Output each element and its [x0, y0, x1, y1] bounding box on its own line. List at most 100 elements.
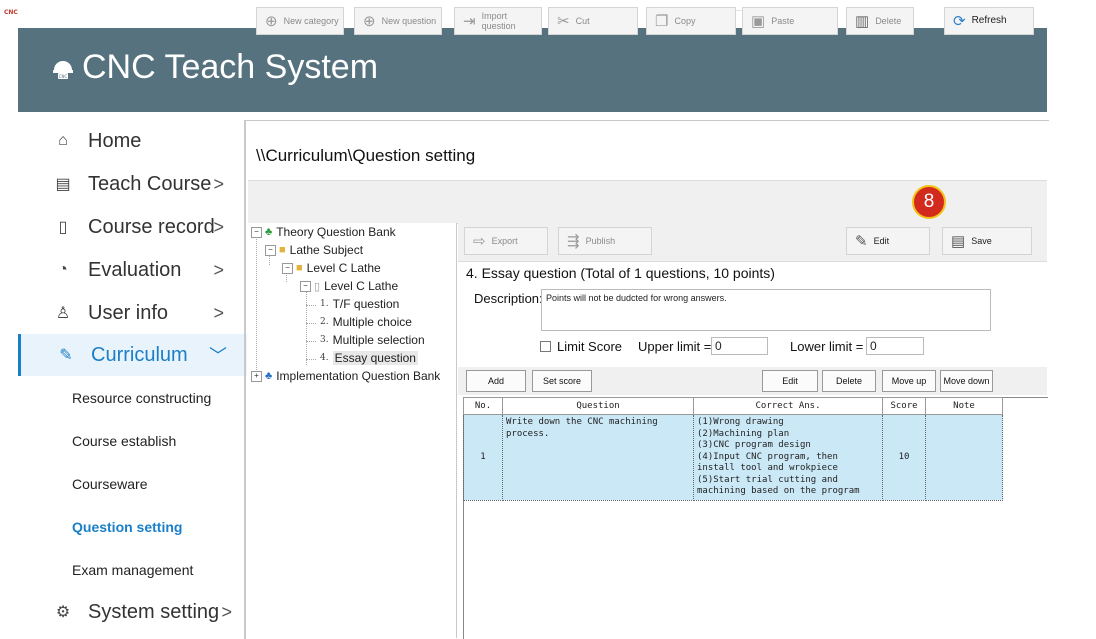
save-icon: ▤	[951, 233, 966, 250]
limit-score-checkbox[interactable]	[540, 341, 551, 352]
sidebar-item-home[interactable]: ⌂ Home	[18, 120, 244, 162]
cell-question[interactable]: Write down the CNC machining process.	[502, 414, 694, 501]
breadcrumb: \\Curriculum\Question setting	[256, 146, 476, 165]
publish-icon: ⇶	[567, 233, 580, 250]
tree-node-label: Implementation Question Bank	[276, 369, 441, 383]
new-question-icon: ⊕	[363, 13, 376, 30]
sidebar-item-curriculum[interactable]: ✎ Curriculum ﹀	[18, 334, 247, 376]
paste-icon: ▣	[751, 13, 766, 30]
export-button[interactable]: ⇨ Export	[464, 227, 548, 255]
tree-connector	[306, 305, 316, 306]
publish-button[interactable]: ⇶ Publish	[558, 227, 652, 255]
refresh-icon: ⟳	[953, 13, 966, 30]
description-label: Description:	[474, 291, 543, 306]
pie-chart-icon: ◔	[58, 261, 68, 278]
tree-node-tf-question[interactable]: 1. T/F question	[320, 297, 399, 311]
button-label: Copy	[674, 16, 696, 26]
sidebar-item-label: Curriculum	[91, 343, 188, 366]
collapse-toggle-icon[interactable]: −	[251, 226, 262, 238]
sidebar-subitem-courseware[interactable]: Courseware	[72, 476, 147, 492]
edit-question-button[interactable]: Edit	[762, 370, 818, 392]
tree-node-number: 4.	[320, 353, 329, 363]
paste-button[interactable]: ▣ Paste	[742, 7, 838, 35]
new-category-icon: ⊕	[265, 13, 278, 30]
folder-icon: ■	[279, 244, 286, 256]
new-category-button[interactable]: ⊕ New category	[256, 7, 344, 35]
tree-node-multiple-selection[interactable]: 3. Multiple selection	[320, 333, 425, 347]
button-label: New question	[381, 16, 437, 26]
chevron-right-icon: >	[213, 173, 224, 194]
sidebar-subitem-exam-management[interactable]: Exam management	[72, 562, 193, 578]
sidebar-item-evaluation[interactable]: ◔ Evaluation >	[18, 249, 244, 291]
tree-node-level-c-lathe-folder[interactable]: − ■ Level C Lathe	[282, 261, 381, 275]
copy-button[interactable]: ❐ Copy	[646, 7, 736, 35]
upper-limit-input[interactable]: 0	[711, 337, 768, 355]
sidebar-item-user-info[interactable]: ♙ User info >	[18, 292, 244, 334]
tree-node-multiple-choice[interactable]: 2. Multiple choice	[320, 315, 412, 329]
new-question-button[interactable]: ⊕ New question	[354, 7, 442, 35]
description-field[interactable]: Points will not be dudcted for wrong ans…	[541, 289, 991, 331]
app-mini-logo: CNC	[4, 9, 18, 16]
button-label: Refresh	[971, 15, 1007, 26]
import-icon: ⇥	[463, 13, 476, 30]
edit-icon: ✎	[855, 233, 868, 250]
limit-score-label: Limit Score	[557, 339, 623, 354]
cell-correct-answer[interactable]: (1)Wrong drawing (2)Machining plan (3)CN…	[693, 414, 883, 501]
set-score-button[interactable]: Set score	[532, 370, 592, 392]
tree-node-level-c-lathe-file[interactable]: − ▯ Level C Lathe	[300, 279, 398, 293]
sidebar-subitem-course-establish[interactable]: Course establish	[72, 433, 176, 449]
pencil-icon: ✎	[59, 347, 73, 364]
upper-limit-label: Upper limit =	[638, 339, 712, 354]
tree-node-theory-bank[interactable]: − ♣ Theory Question Bank	[251, 225, 396, 239]
collapse-toggle-icon[interactable]: −	[265, 244, 276, 256]
tree-node-label: Level C Lathe	[324, 279, 399, 293]
move-up-button[interactable]: Move up	[882, 370, 936, 392]
folder-icon: ■	[296, 262, 303, 274]
cell-note[interactable]	[925, 414, 1003, 501]
tree-node-essay-question[interactable]: 4. Essay question	[320, 351, 418, 365]
chevron-down-icon: ﹀	[209, 346, 227, 366]
bank-icon: ♣	[265, 370, 273, 382]
button-label: New category	[283, 16, 339, 26]
sidebar-item-teach-course[interactable]: ▤ Teach Course >	[18, 163, 244, 205]
edit-button[interactable]: ✎ Edit	[846, 227, 930, 255]
question-table: No. Question Correct Ans. Score Note 1 W…	[463, 397, 1003, 501]
tree-node-lathe-subject[interactable]: − ■ Lathe Subject	[265, 243, 363, 257]
tree-node-label: Level C Lathe	[306, 261, 381, 275]
sidebar-subitem-resource-constructing[interactable]: Resource constructing	[72, 390, 211, 406]
tree-connector	[256, 237, 257, 376]
tree-connector	[306, 341, 316, 342]
move-down-button[interactable]: Move down	[940, 370, 993, 392]
tree-node-implementation-bank[interactable]: + ♣ Implementation Question Bank	[251, 369, 440, 383]
refresh-button[interactable]: ⟳ Refresh	[944, 7, 1034, 35]
tree-node-label: Multiple selection	[332, 333, 425, 347]
sidebar-item-label: Teach Course	[88, 172, 212, 195]
delete-question-button[interactable]: Delete	[822, 370, 876, 392]
tree-node-label: Essay question	[332, 351, 418, 365]
table-row[interactable]: 1 Write down the CNC machining process. …	[463, 414, 1003, 501]
sidebar-item-label: Home	[88, 129, 142, 152]
button-label: Cut	[575, 16, 590, 26]
save-button[interactable]: ▤ Save	[942, 227, 1032, 255]
import-question-button[interactable]: ⇥ Import question	[454, 7, 542, 35]
cut-button[interactable]: ✂ Cut	[548, 7, 638, 35]
collapse-toggle-icon[interactable]: −	[282, 262, 293, 274]
sidebar: ⌂ Home ▤ Teach Course > ▯ Course record …	[18, 112, 247, 638]
collapse-toggle-icon[interactable]: −	[300, 280, 311, 292]
add-question-button[interactable]: Add	[466, 370, 526, 392]
sidebar-item-course-record[interactable]: ▯ Course record >	[18, 206, 244, 248]
sidebar-subitem-question-setting[interactable]: Question setting	[72, 519, 182, 535]
column-header-question: Question	[502, 397, 694, 415]
button-label: Import question	[481, 11, 516, 31]
cell-no[interactable]: 1	[463, 414, 503, 501]
lower-limit-input[interactable]: 0	[866, 337, 924, 355]
bank-icon: ♣	[265, 226, 273, 238]
step-number-badge: 8	[912, 185, 946, 219]
sidebar-item-system-setting[interactable]: ⚙ System setting >	[18, 591, 244, 633]
tree-node-number: 2.	[320, 317, 329, 327]
scissors-icon: ✂	[557, 13, 570, 30]
expand-toggle-icon[interactable]: +	[251, 370, 262, 382]
delete-button[interactable]: ▥ Delete	[846, 7, 914, 35]
cell-score[interactable]: 10	[882, 414, 926, 501]
user-icon: ♙	[55, 305, 71, 322]
